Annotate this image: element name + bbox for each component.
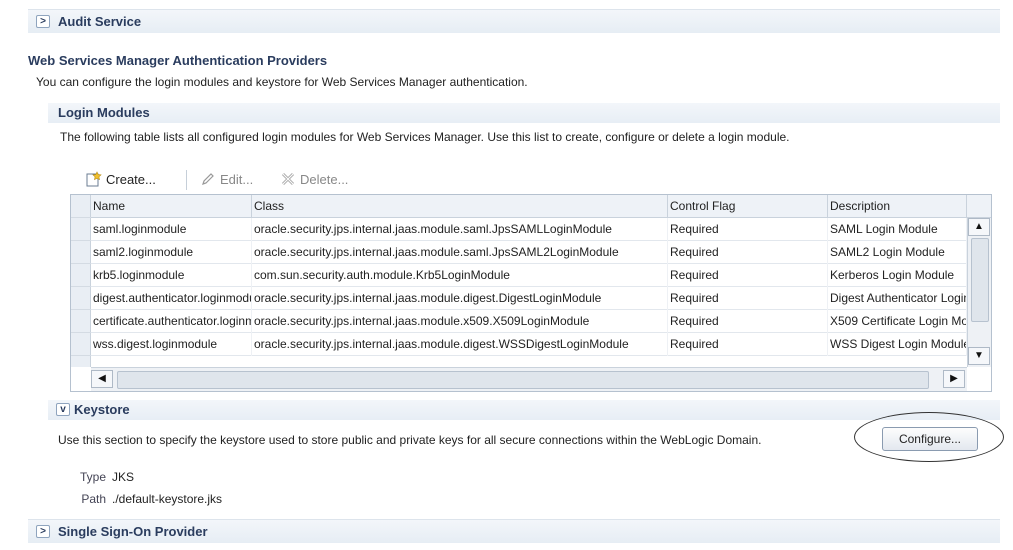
cell-description: Digest Authenticator Login Module <box>828 287 967 310</box>
row-header[interactable] <box>71 218 91 241</box>
table-row[interactable]: certificate.authenticator.loginmodule or… <box>91 310 967 333</box>
row-header[interactable] <box>71 241 91 264</box>
row-header[interactable] <box>71 333 91 356</box>
create-button[interactable]: Create... <box>86 171 156 190</box>
keystore-heading: Keystore <box>74 402 130 417</box>
keystore-type-label: Type <box>79 470 106 484</box>
column-header-filler <box>967 195 991 218</box>
configure-button[interactable]: Configure... <box>882 427 978 451</box>
cell-name: digest.authenticator.loginmodule <box>91 287 252 310</box>
cell-class: oracle.security.jps.internal.jaas.module… <box>252 241 668 264</box>
table-row[interactable]: saml.loginmodule oracle.security.jps.int… <box>91 218 967 241</box>
wsm-auth-heading: Web Services Manager Authentication Prov… <box>28 53 328 68</box>
sso-title: Single Sign-On Provider <box>58 524 208 539</box>
cell-name: saml.loginmodule <box>91 218 252 241</box>
row-header-corner <box>71 195 91 218</box>
column-header-control-flag[interactable]: Control Flag <box>668 195 828 218</box>
login-modules-heading: Login Modules <box>58 105 150 120</box>
delete-button[interactable]: Delete... <box>280 171 348 190</box>
scroll-right-button[interactable]: ▶ <box>943 370 965 388</box>
audit-service-title: Audit Service <box>58 14 142 29</box>
cell-name: saml2.loginmodule <box>91 241 252 264</box>
row-header[interactable] <box>71 310 91 333</box>
table-row[interactable]: digest.authenticator.loginmodule oracle.… <box>91 287 967 310</box>
cell-control-flag: Required <box>668 264 828 287</box>
table-row[interactable]: wss.digest.loginmodule oracle.security.j… <box>91 333 967 356</box>
cell-control-flag: Required <box>668 241 828 264</box>
cell-class: oracle.security.jps.internal.jaas.module… <box>252 333 668 356</box>
keystore-path-label: Path <box>81 492 106 506</box>
create-icon <box>86 171 102 190</box>
scroll-left-button[interactable]: ◀ <box>91 370 113 388</box>
row-header[interactable] <box>71 287 91 310</box>
cell-control-flag: Required <box>668 333 828 356</box>
login-modules-table: Name Class Control Flag Description saml… <box>70 194 992 392</box>
table-row[interactable]: saml2.loginmodule oracle.security.jps.in… <box>91 241 967 264</box>
cell-description: Kerberos Login Module <box>828 264 967 287</box>
cell-description: WSS Digest Login Module <box>828 333 967 356</box>
horizontal-scroll-thumb[interactable] <box>117 371 929 389</box>
scroll-up-button[interactable]: ▲ <box>968 218 990 236</box>
keystore-description: Use this section to specify the keystore… <box>58 433 762 447</box>
edit-label: Edit... <box>220 172 254 187</box>
scroll-down-button[interactable]: ▼ <box>968 347 990 365</box>
cell-class: oracle.security.jps.internal.jaas.module… <box>252 218 668 241</box>
delete-icon <box>280 171 296 190</box>
expand-icon[interactable]: > <box>36 525 50 538</box>
keystore-bar[interactable]: v Keystore <box>48 400 1000 420</box>
cell-control-flag: Required <box>668 218 828 241</box>
keystore-type-value: JKS <box>112 470 135 484</box>
cell-control-flag: Required <box>668 287 828 310</box>
column-header-name[interactable]: Name <box>91 195 252 218</box>
create-label: Create... <box>106 172 156 187</box>
cell-class: com.sun.security.auth.module.Krb5LoginMo… <box>252 264 668 287</box>
cell-name: certificate.authenticator.loginmodule <box>91 310 252 333</box>
table-row[interactable]: krb5.loginmodule com.sun.security.auth.m… <box>91 264 967 287</box>
row-header-column <box>71 195 91 367</box>
horizontal-scrollbar[interactable]: ◀ ▶ <box>91 367 967 391</box>
collapse-icon[interactable]: v <box>56 403 70 416</box>
row-header[interactable] <box>71 264 91 287</box>
toolbar-separator <box>186 170 187 190</box>
wsm-auth-description: You can configure the login modules and … <box>36 75 528 89</box>
delete-label: Delete... <box>300 172 349 187</box>
cell-control-flag: Required <box>668 310 828 333</box>
cell-name: wss.digest.loginmodule <box>91 333 252 356</box>
cell-description: SAML Login Module <box>828 218 967 241</box>
expand-icon[interactable]: > <box>36 15 50 28</box>
vertical-scroll-thumb[interactable] <box>971 238 989 322</box>
pencil-icon <box>200 171 216 190</box>
keystore-path-value: ./default-keystore.jks <box>112 492 223 506</box>
login-modules-bar <box>48 103 1000 123</box>
column-header-class[interactable]: Class <box>252 195 668 218</box>
cell-description: X509 Certificate Login Module <box>828 310 967 333</box>
cell-description: SAML2 Login Module <box>828 241 967 264</box>
cell-class: oracle.security.jps.internal.jaas.module… <box>252 287 668 310</box>
audit-service-section[interactable]: > Audit Service <box>28 9 1000 33</box>
vertical-scrollbar[interactable]: ▲ ▼ <box>967 218 991 367</box>
cell-name: krb5.loginmodule <box>91 264 252 287</box>
column-header-description[interactable]: Description <box>828 195 967 218</box>
cell-class: oracle.security.jps.internal.jaas.module… <box>252 310 668 333</box>
login-modules-description: The following table lists all configured… <box>60 130 790 144</box>
edit-button[interactable]: Edit... <box>200 171 253 190</box>
sso-section[interactable]: > Single Sign-On Provider <box>28 519 1000 543</box>
